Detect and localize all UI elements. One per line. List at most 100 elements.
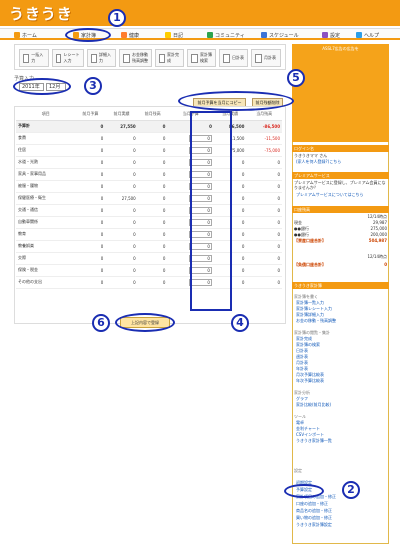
annotation-number: 3 xyxy=(84,77,102,95)
prev-balance-cell: 0 xyxy=(137,276,168,289)
row-label: 交際 xyxy=(16,252,76,265)
prev-budget-cell: 0 xyxy=(75,204,106,217)
nav-help[interactable]: ヘルプ xyxy=(356,31,379,39)
annotation-ellipse xyxy=(65,28,111,42)
current-balance-cell: -75,000 xyxy=(246,144,282,157)
prev-balance-cell: 0 xyxy=(137,120,168,133)
table-row: その他の支出 0 0 0 0 0 0 xyxy=(16,276,282,289)
menu-section-title: ツール xyxy=(294,414,306,419)
prev-actual-cell: 0 xyxy=(105,228,138,241)
prev-budget-cell: 0 xyxy=(75,120,106,133)
table-row: 家具・家事用品 0 0 0 0 0 0 xyxy=(16,168,282,181)
menu-item[interactable]: 家計比較(前月比較) xyxy=(296,402,331,408)
table-row: 住居 0 0 0 0 75,000 -75,000 xyxy=(16,144,282,157)
prev-actual-cell: 0 xyxy=(105,144,138,157)
annotation-number: 4 xyxy=(231,314,249,332)
asset-total-row: 【資産口座合計】 504,987 xyxy=(294,238,387,243)
prev-actual-cell: 27,550 xyxy=(105,120,138,133)
debt-date: 12/14時点 xyxy=(367,254,387,259)
nav-diary[interactable]: 日記 xyxy=(165,31,183,39)
prev-actual-cell: 0 xyxy=(105,168,138,181)
menu-item[interactable]: うきうき家計簿一覧 xyxy=(296,438,332,444)
current-balance-cell: 0 xyxy=(246,192,282,205)
health-icon xyxy=(121,32,127,38)
nav-home[interactable]: ホーム xyxy=(14,31,37,39)
ad-banner-text: ASSL7広告の広告を xyxy=(322,46,359,51)
monthly-report-button[interactable]: 月計表 xyxy=(251,49,281,67)
menu-item[interactable]: 商品名の追加・修正 xyxy=(296,508,332,514)
menu-item[interactable]: お金の移動・残高調整 xyxy=(296,318,336,324)
money-transfer-button[interactable]: お金移動 残高調整 xyxy=(119,49,152,67)
family-count-link[interactable]: (家人を何人登録?)こちら xyxy=(296,159,341,165)
prev-budget-cell: 0 xyxy=(75,144,106,157)
column-header-prev-balance: 前月残高 xyxy=(137,108,168,121)
annotation-number: 6 xyxy=(92,314,110,332)
current-balance-cell: 0 xyxy=(246,204,282,217)
search-icon xyxy=(191,53,198,63)
household-complete-button[interactable]: 家計完成 xyxy=(155,49,184,67)
prev-actual-cell: 0 xyxy=(105,156,138,169)
current-balance-cell: 0 xyxy=(246,264,282,277)
bulk-input-button[interactable]: 一括入力 xyxy=(19,49,49,67)
annotation-ellipse xyxy=(178,91,294,111)
detail-input-icon xyxy=(91,53,98,63)
menu-item[interactable]: 年次予算比較表 xyxy=(296,378,324,384)
prev-balance-cell: 0 xyxy=(137,156,168,169)
current-balance-cell: -11,500 xyxy=(246,132,282,145)
row-label: 住居 xyxy=(16,144,76,157)
home-icon xyxy=(14,32,20,38)
account-balance-header: 口座残高 xyxy=(292,206,389,213)
annotation-ellipse xyxy=(284,484,324,498)
login-header: ログイン名 xyxy=(292,145,389,152)
receipt-input-icon xyxy=(56,53,62,63)
detail-input-button[interactable]: 詳細入力 xyxy=(87,49,116,67)
help-icon xyxy=(356,32,362,38)
table-row: 交通・通信 0 0 0 0 0 0 xyxy=(16,204,282,217)
prev-budget-cell: 0 xyxy=(75,180,106,193)
table-row: 教養娯楽 0 0 0 0 0 0 xyxy=(16,240,282,253)
budget-total-row: 予算計 0 27,550 0 0 86,500 -86,500 xyxy=(16,120,282,133)
current-balance-cell: 0 xyxy=(246,180,282,193)
prev-balance-cell: 0 xyxy=(137,204,168,217)
prev-budget-cell: 0 xyxy=(75,132,106,145)
prev-budget-cell: 0 xyxy=(75,192,106,205)
menu-item[interactable]: 買い物の追加・修正 xyxy=(296,515,332,521)
nav-community[interactable]: コミュニティ xyxy=(207,31,245,39)
prev-balance-cell: 0 xyxy=(137,192,168,205)
app-logo[interactable]: うきうき xyxy=(9,3,73,24)
daily-report-icon xyxy=(223,53,230,63)
nav-schedule[interactable]: スケジュール xyxy=(261,31,299,39)
table-row: 保健医療・衛生 0 27,500 0 0 0 0 xyxy=(16,192,282,205)
current-balance-cell: -86,500 xyxy=(246,120,282,133)
daily-report-button[interactable]: 日計表 xyxy=(219,49,248,67)
prev-balance-cell: 0 xyxy=(137,144,168,157)
menu-item[interactable]: 口座の追加・修正 xyxy=(296,501,328,507)
prev-balance-cell: 0 xyxy=(137,264,168,277)
menu-item[interactable]: うきうき家計簿設定 xyxy=(296,522,332,528)
premium-header: プレミアムサービス xyxy=(292,172,389,179)
current-balance-cell: 0 xyxy=(246,276,282,289)
receipt-input-button[interactable]: レシート入力 xyxy=(52,49,84,67)
prev-balance-cell: 0 xyxy=(137,252,168,265)
current-balance-cell: 0 xyxy=(246,156,282,169)
prev-budget-cell: 0 xyxy=(75,156,106,169)
premium-text: プレミアムサービスに登録し、プレミアム会員になりませんか？ xyxy=(294,180,386,190)
premium-link[interactable]: プレミアムサービスについてはこちら xyxy=(296,192,364,198)
household-search-button[interactable]: 家計簿 検索 xyxy=(187,49,216,67)
community-icon xyxy=(207,32,213,38)
row-label: 食費 xyxy=(16,132,76,145)
row-label: 水道・光熱 xyxy=(16,156,76,169)
diary-icon xyxy=(165,32,171,38)
prev-budget-cell: 0 xyxy=(75,276,106,289)
prev-actual-cell: 0 xyxy=(105,276,138,289)
current-balance-cell: 0 xyxy=(246,240,282,253)
nav-health[interactable]: 健康 xyxy=(121,31,139,39)
current-balance-cell: 0 xyxy=(246,168,282,181)
input-toolbar: 一括入力 レシート入力 詳細入力 お金移動 残高調整 家計完成 家計簿 検索 日… xyxy=(14,44,286,70)
bulk-input-icon xyxy=(23,53,30,63)
prev-balance-cell: 0 xyxy=(137,132,168,145)
prev-actual-cell: 0 xyxy=(105,240,138,253)
row-label: 交通・通信 xyxy=(16,204,76,217)
nav-settings[interactable]: 設定 xyxy=(322,31,340,39)
current-balance-cell: 0 xyxy=(246,228,282,241)
